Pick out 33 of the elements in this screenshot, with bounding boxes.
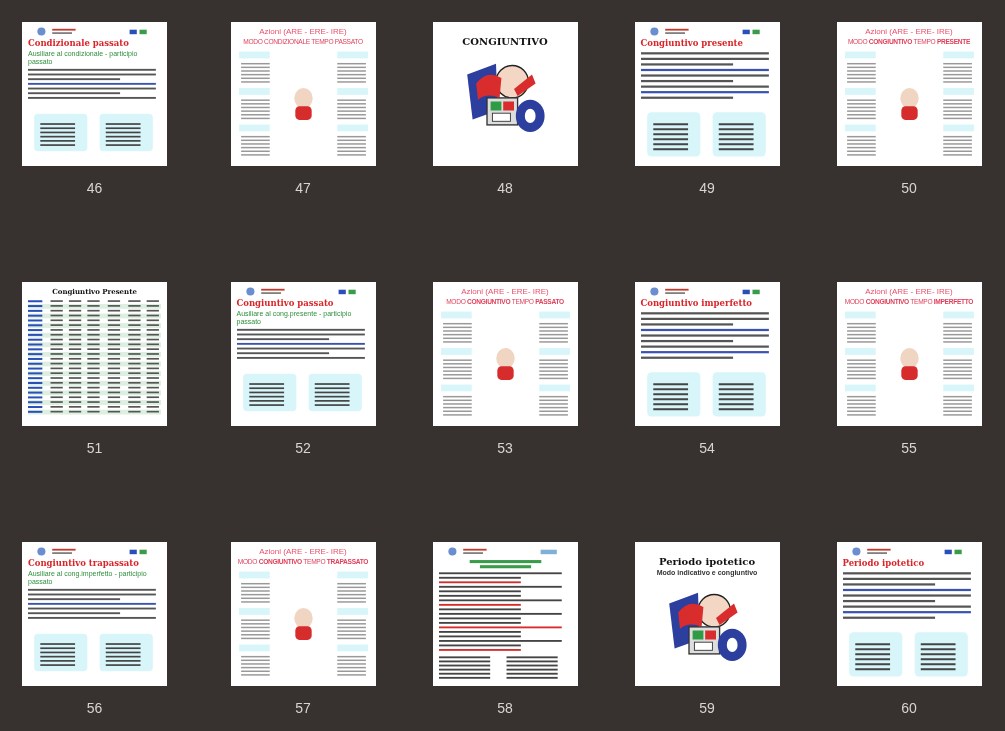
page-number: 60	[900, 700, 918, 716]
page-title: Condizionale passato	[28, 38, 130, 48]
page-title: Periodo ipotetico	[658, 556, 756, 567]
page-number: 58	[496, 700, 514, 716]
page-number: 56	[85, 700, 104, 716]
page-title: Congiuntivo imperfetto	[640, 298, 753, 308]
page-number: 59	[698, 700, 716, 716]
page-number: 53	[496, 440, 514, 456]
page-number: 50	[900, 180, 918, 196]
page-number: 52	[294, 440, 312, 456]
page-title: Azioni (ARE - ERE- IRE)	[258, 547, 348, 556]
page-number: 47	[294, 180, 312, 196]
page-thumbnail[interactable]: CONGIUNTIVO	[432, 22, 578, 166]
page-thumbnail[interactable]: Congiuntivo imperfetto	[634, 282, 780, 426]
page-thumbnail[interactable]: Periodo ipotetico	[836, 542, 982, 686]
page-number: 48	[496, 180, 514, 196]
page-title: Azioni (ARE - ERE- IRE)	[258, 27, 348, 36]
page-title: Azioni (ARE - ERE- IRE)	[864, 287, 954, 296]
page-number: 54	[698, 440, 716, 456]
page-number: 51	[85, 440, 104, 456]
page-title: Azioni (ARE - ERE- IRE)	[864, 27, 954, 36]
page-title: Congiuntivo presente	[640, 38, 744, 48]
page-number: 49	[698, 180, 716, 196]
page-thumbnail[interactable]: Congiuntivo presente	[634, 22, 780, 166]
page-number: 46	[85, 180, 104, 196]
page-title: Congiuntivo trapassato	[28, 558, 140, 568]
page-number: 55	[900, 440, 918, 456]
page-number: 57	[294, 700, 312, 716]
page-title: CONGIUNTIVO	[462, 36, 548, 47]
page-title: Azioni (ARE - ERE- IRE)	[460, 287, 550, 296]
page-title: Periodo ipotetico	[842, 558, 926, 568]
page-thumbnail[interactable]	[432, 542, 578, 686]
page-title: Congiuntivo passato	[236, 298, 335, 308]
